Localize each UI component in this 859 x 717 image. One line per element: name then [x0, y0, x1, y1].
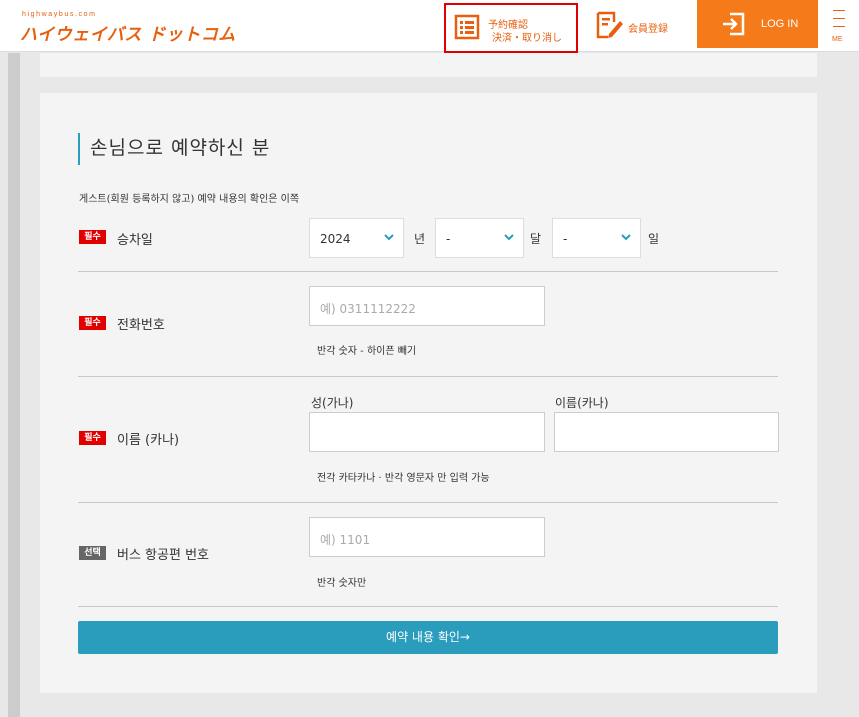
- name-note: 전각 카타카나 · 반각 영문자 만 입력 가능: [317, 473, 490, 484]
- login-icon: [723, 12, 745, 36]
- payment-cancel-label: 決済・取り消し: [492, 33, 562, 44]
- row-divider: [78, 502, 778, 503]
- login-button[interactable]: LOG IN: [697, 0, 818, 48]
- last-name-input[interactable]: [309, 412, 545, 452]
- login-label: LOG IN: [761, 18, 799, 30]
- month-select[interactable]: -: [435, 218, 524, 258]
- edit-icon: [596, 11, 623, 39]
- chevron-down-icon: [504, 234, 514, 241]
- first-name-input[interactable]: [554, 412, 779, 452]
- confirm-reservation-button[interactable]: 예약 내용 확인→: [78, 621, 778, 654]
- menu-button[interactable]: ME: [830, 6, 859, 46]
- site-logo[interactable]: ハイウェイバス ドットコム: [20, 20, 236, 45]
- previous-panel: [40, 53, 817, 77]
- required-badge: 필수: [79, 230, 106, 244]
- required-badge: 필수: [79, 316, 106, 330]
- site-header: highwaybus.com ハイウェイバス ドットコム 予約確認 決済・取り消…: [0, 0, 859, 53]
- day-select[interactable]: -: [552, 218, 641, 258]
- menu-label: ME: [832, 36, 843, 43]
- first-name-heading: 이름(카나): [555, 396, 609, 410]
- chevron-down-icon: [621, 234, 631, 241]
- row-divider: [78, 271, 778, 272]
- reservation-check-button[interactable]: 予約確認 決済・取り消し: [444, 3, 578, 53]
- row-divider: [78, 376, 778, 377]
- name-label: 이름 (카나): [117, 433, 180, 448]
- row-divider: [78, 606, 778, 607]
- flight-label: 버스 항공편 번호: [117, 548, 209, 563]
- chevron-down-icon: [384, 234, 394, 241]
- phone-input[interactable]: 예) 0311112222: [309, 286, 545, 326]
- section-subtitle: 게스트(회원 등록하지 않고) 예약 내용의 확인은 이쪽: [79, 194, 300, 205]
- month-unit: 달: [530, 232, 542, 246]
- phone-note: 반각 숫자 - 하이픈 빼기: [317, 346, 417, 357]
- guest-reservation-panel: [40, 93, 817, 693]
- last-name-heading: 성(가나): [311, 396, 354, 410]
- year-unit: 년: [414, 232, 426, 246]
- boarding-date-label: 승차일: [117, 233, 153, 248]
- required-badge: 필수: [79, 431, 106, 445]
- day-unit: 일: [648, 232, 660, 246]
- year-select[interactable]: 2024: [309, 218, 404, 258]
- left-scroll-strip: [8, 53, 20, 717]
- list-icon: [454, 14, 480, 40]
- member-register-label: 会員登録: [628, 24, 668, 35]
- optional-badge: 선택: [79, 546, 106, 560]
- section-title: 손님으로 예약하신 분: [78, 133, 270, 165]
- phone-label: 전화번호: [117, 318, 165, 333]
- flight-note: 반각 숫자만: [317, 578, 367, 589]
- flight-number-input[interactable]: 예) 1101: [309, 517, 545, 557]
- menu-icon: [833, 10, 845, 11]
- logo-domain-text[interactable]: highwaybus.com: [22, 11, 97, 18]
